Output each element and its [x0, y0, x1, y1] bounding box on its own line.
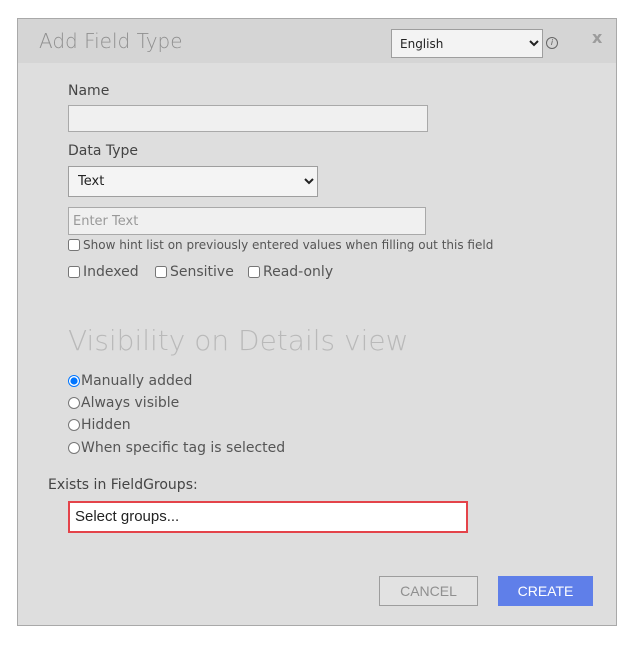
create-button[interactable]: CREATE [498, 576, 593, 606]
readonly-checkbox[interactable] [248, 266, 260, 278]
add-field-type-dialog: Add Field Type English i x Name Data Typ… [17, 18, 617, 626]
readonly-checkbox-row[interactable]: Read-only [248, 264, 333, 280]
indexed-label: Indexed [83, 264, 139, 280]
fieldgroups-label: Exists in FieldGroups: [48, 477, 198, 493]
show-hint-checkbox-row[interactable]: Show hint list on previously entered val… [68, 238, 493, 252]
info-icon[interactable]: i [546, 37, 558, 49]
name-label: Name [68, 83, 110, 99]
cancel-button[interactable]: CANCEL [379, 576, 478, 606]
name-input[interactable] [68, 105, 428, 132]
sensitive-checkbox-row[interactable]: Sensitive [155, 264, 234, 280]
show-hint-checkbox[interactable] [68, 239, 80, 251]
dialog-title-bar: Add Field Type English i x [18, 19, 616, 63]
hint-input[interactable] [68, 207, 426, 235]
radio-label: Always visible [81, 395, 180, 411]
indexed-checkbox-row[interactable]: Indexed [68, 264, 139, 280]
indexed-checkbox[interactable] [68, 266, 80, 278]
radio-label: Hidden [81, 417, 131, 433]
show-hint-label: Show hint list on previously entered val… [83, 238, 494, 252]
radio-label: When specific tag is selected [81, 440, 286, 456]
visibility-section-title: Visibility on Details view [68, 324, 409, 357]
sensitive-label: Sensitive [170, 264, 234, 280]
sensitive-checkbox[interactable] [155, 266, 167, 278]
radio-always-visible[interactable] [68, 397, 80, 409]
radio-specific-tag[interactable] [68, 442, 80, 454]
language-select[interactable]: English [391, 29, 543, 58]
dialog-title: Add Field Type [39, 29, 183, 53]
data-type-label: Data Type [68, 143, 139, 159]
visibility-option-always-visible[interactable]: Always visible [68, 395, 179, 411]
fieldgroups-select[interactable]: Select groups... [68, 501, 468, 533]
visibility-option-manually-added[interactable]: Manually added [68, 373, 192, 389]
radio-hidden[interactable] [68, 419, 80, 431]
data-type-select[interactable]: Text [68, 166, 318, 197]
visibility-option-specific-tag[interactable]: When specific tag is selected [68, 440, 285, 456]
radio-label: Manually added [81, 373, 193, 389]
visibility-option-hidden[interactable]: Hidden [68, 417, 131, 433]
radio-manually-added[interactable] [68, 375, 80, 387]
close-icon[interactable]: x [592, 28, 602, 47]
readonly-label: Read-only [263, 264, 334, 280]
